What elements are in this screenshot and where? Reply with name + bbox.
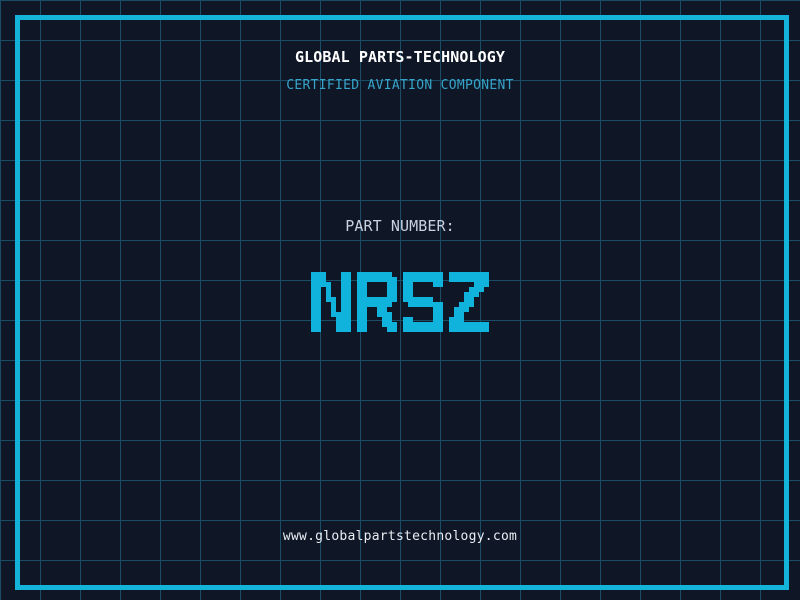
certification-tagline: CERTIFIED AVIATION COMPONENT	[286, 78, 514, 93]
part-number-display	[0, 272, 800, 332]
screen-background: GLOBAL PARTS-TECHNOLOGY CERTIFIED AVIATI…	[0, 0, 800, 600]
company-name: GLOBAL PARTS-TECHNOLOGY	[294, 48, 505, 66]
website-url: www.globalpartstechnology.com	[282, 529, 518, 544]
part-number-label: PART NUMBER:	[345, 217, 455, 235]
